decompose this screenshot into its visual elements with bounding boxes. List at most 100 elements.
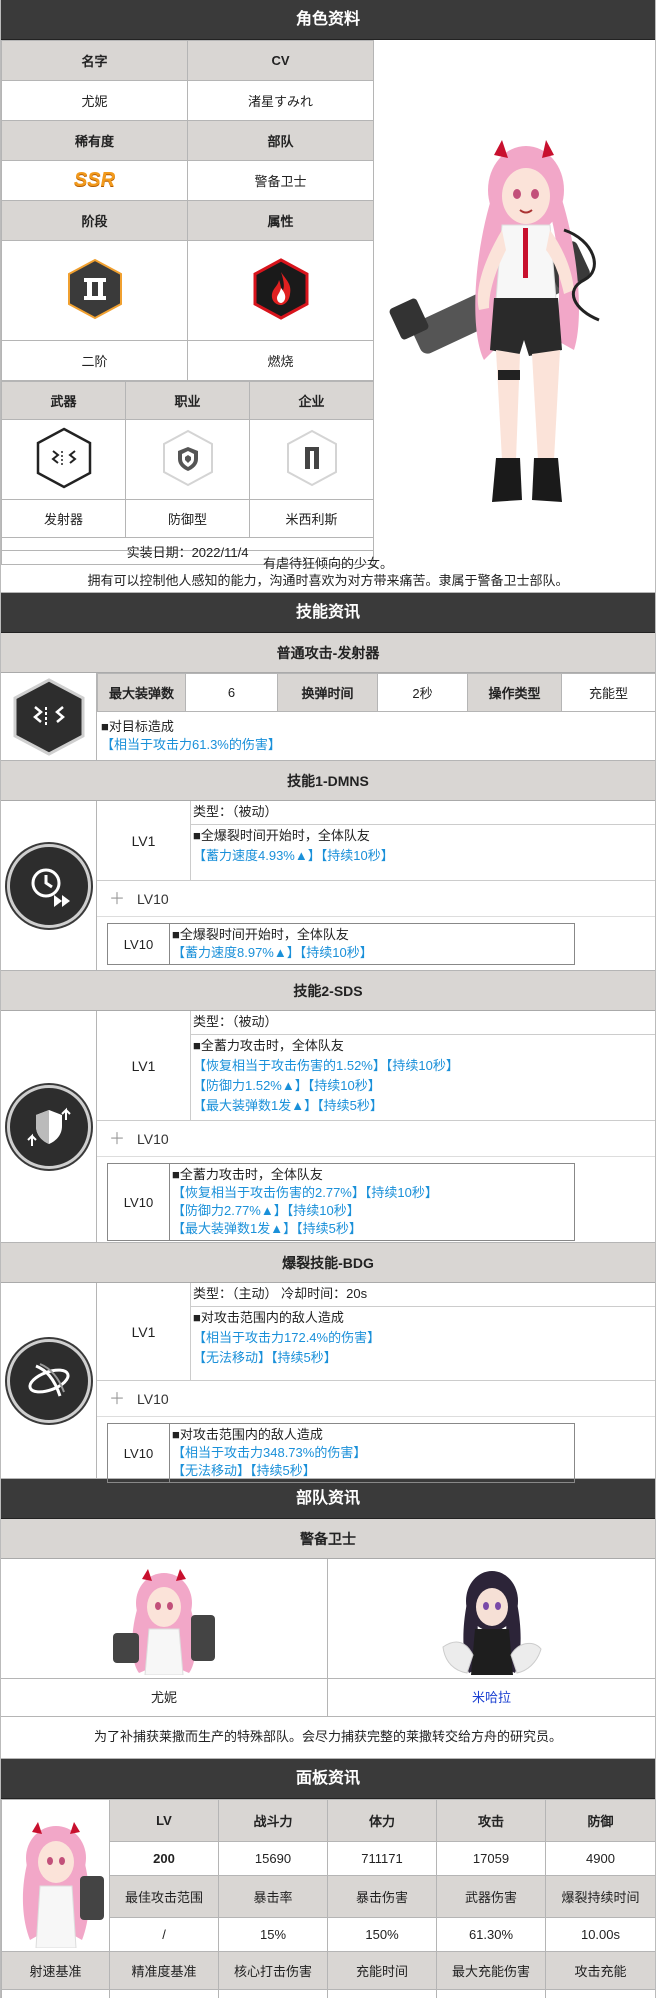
character-name: 尤妮 [1,80,188,121]
skill1-type: 类型：（被动） [191,801,655,825]
burst-lv10-line-3: 【无法移动】【持续5秒】 [172,1463,316,1478]
skill2-title: 技能2-SDS [1,971,655,1011]
panel-character-avatar [22,1822,104,1949]
panel-r3-h2: 核心打击伤害 [218,1951,328,1990]
panel-r2-h2: 暴击伤害 [327,1874,437,1919]
panel-r1-v0: 200 [109,1841,219,1876]
panel-r1-h4: 防御 [545,1798,655,1843]
ammo-header: 最大装弹数 [97,673,186,712]
panel-r3-v3: 1.50s [327,1989,437,1998]
skill2-lv10-label: LV10 [108,1164,170,1240]
shield-up-icon [26,1107,71,1146]
burst-lv1-line-3: 【无法移动】【持续5秒】 [193,1350,337,1365]
missilis-company-icon [286,429,337,487]
skill1-lv1-line-1: ■全爆裂时间开始时，全体队友 [193,828,370,843]
skill1-lv10-line-1: ■全爆裂时间开始时，全体队友 [172,927,349,942]
normal-attack-line-1: ■对目标造成 [101,719,174,734]
class-name: 防御型 [125,499,250,538]
skill1-lv10-line-2: 【蓄力速度8.97%▲】【持续10秒】 [172,945,373,960]
panel-r2-h0: 最佳攻击范围 [109,1874,219,1919]
profile-table-2: 武器 职业 企业 发射器 防御型 米西利斯 实装日期：2022/11/4 [1,381,374,565]
panel-r3-h0: 射速基准 [1,1951,110,1990]
panel-r2-h4: 爆裂持续时间 [545,1874,655,1919]
description-line-2: 拥有可以控制他人感知的能力，沟通时喜欢为对方带来痛苦。隶属于警备卫士部队。 [87,573,569,588]
element-header: 属性 [187,200,374,241]
skill2-lv1-line-4: 【最大装弹数1发▲】【持续5秒】 [193,1098,383,1113]
profile-block: 名字 CV 尤妮 渚星すみれ 稀有度 部队 SSR 警备卫士 阶段 属性 二阶 … [1,40,655,565]
plus-icon: ＋ [109,1131,126,1148]
panel-r2-h3: 武器伤害 [436,1874,546,1919]
squad-members: 尤妮 米哈拉 [1,1559,655,1717]
fire-element-icon [253,258,308,320]
skill2-lv1-line-3: 【防御力1.52%▲】【持续10秒】 [193,1078,381,1093]
name-header: 名字 [1,40,188,81]
panel-r2-v1: 15% [218,1917,328,1952]
rarity-header: 稀有度 [1,120,188,161]
clock-speed-icon [31,868,70,907]
panel-r2-v0: / [109,1917,219,1952]
panel-r3-h4: 最大充能伤害 [436,1951,546,1990]
company-header: 企业 [249,381,374,420]
panel-r2-v2: 150% [327,1917,437,1952]
squad-description: 为了补捕获莱撒而生产的特殊部队。会尽力捕获完整的莱撒转交给方舟的研究员。 [1,1717,655,1759]
launcher-skill-icon [13,677,84,756]
panel-r1-v4: 4900 [545,1841,655,1876]
launcher-weapon-icon [36,427,91,489]
squad-member-card[interactable]: 米哈拉 [328,1559,655,1716]
squad-name: 警备卫士 [187,160,374,201]
panel-r3-h1: 精准度基准 [109,1951,219,1990]
squad-section-title: 部队资讯 [1,1479,655,1519]
yuni-thumbnail [113,1568,215,1675]
ssr-badge: SSR [73,169,116,191]
panel-r3-v0: 1.00/s [1,1989,110,1998]
burst-row: LV1 类型：（主动） 冷却时间：20s ■对攻击范围内的敌人造成 【相当于攻击… [1,1283,655,1483]
skill2-lv10-line-4: 【最大装弹数1发▲】【持续5秒】 [172,1221,362,1236]
element-name: 燃烧 [187,340,374,381]
ammo-value: 6 [185,673,278,712]
skill1-lv10-toggle[interactable]: ＋ LV10 [97,881,655,917]
burst-lv10-toggle[interactable]: ＋ LV10 [97,1381,655,1417]
squad-member-1-name: 尤妮 [1,1678,327,1716]
panel-r1-v3: 17059 [436,1841,546,1876]
skill1-lv10-label: LV10 [108,924,170,964]
skill1-title: 技能1-DMNS [1,761,655,801]
burst-type: 类型：（主动） 冷却时间：20s [191,1283,655,1307]
skill2-lv10-line-1: ■全蓄力攻击时，全体队友 [172,1167,323,1182]
burst-lv10-label: LV10 [108,1424,170,1482]
skill2-lv10-toggle[interactable]: ＋ LV10 [97,1121,655,1157]
panel-r1-h1: 战斗力 [218,1798,328,1843]
normal-attack-title: 普通攻击-发射器 [1,633,655,673]
panel-r3-v4: 350% [436,1989,546,1998]
panel-r3-v1: 10 [109,1989,219,1998]
skill2-lv1-line-1: ■全蓄力攻击时，全体队友 [193,1038,344,1053]
weapon-header: 武器 [1,381,126,420]
character-portrait [373,40,655,551]
cv-header: CV [187,40,374,81]
panel-r1-v2: 711171 [327,1841,437,1876]
profile-section-title: 角色资料 [1,0,655,40]
squad-name-header: 警备卫士 [1,1519,655,1559]
skill1-row: LV1 类型：（被动） ■全爆裂时间开始时，全体队友 【蓄力速度4.93%▲】【… [1,801,655,971]
panel-r1-h3: 攻击 [436,1798,546,1843]
squad-header: 部队 [187,120,374,161]
squad-member-card[interactable]: 尤妮 [1,1559,328,1716]
blast-ring-icon [27,1362,70,1396]
mihara-thumbnail [441,1570,542,1675]
panel-r1-h2: 体力 [327,1798,437,1843]
burst-lv1-line-1: ■对攻击范围内的敌人造成 [193,1310,344,1325]
cv-name: 渚星すみれ [187,80,374,121]
panel-section-title: 面板资讯 [1,1759,655,1799]
panel-r1-h0: LV [109,1798,219,1843]
squad-member-2-link[interactable]: 米哈拉 [328,1678,655,1716]
profile-table: 名字 CV 尤妮 渚星すみれ 稀有度 部队 SSR 警备卫士 阶段 属性 二阶 … [1,40,374,381]
reload-value: 2秒 [377,673,468,712]
company-name: 米西利斯 [249,499,374,538]
skill2-row: LV1 类型：（被动） ■全蓄力攻击时，全体队友 【恢复相当于攻击伤害的1.52… [1,1011,655,1243]
skill2-icon [6,1084,91,1169]
weapon-name: 发射器 [1,499,126,538]
skill2-lv1-line-2: 【恢复相当于攻击伤害的1.52%】【持续10秒】 [193,1058,459,1073]
panel-r2-v3: 61.30% [436,1917,546,1952]
skill2-lv1-label: LV1 [97,1011,191,1120]
burst-lv10-box: LV10 ■对攻击范围内的敌人造成 【相当于攻击力348.73%的伤害】 【无法… [107,1423,575,1483]
burst-stage-2-icon [67,258,122,320]
